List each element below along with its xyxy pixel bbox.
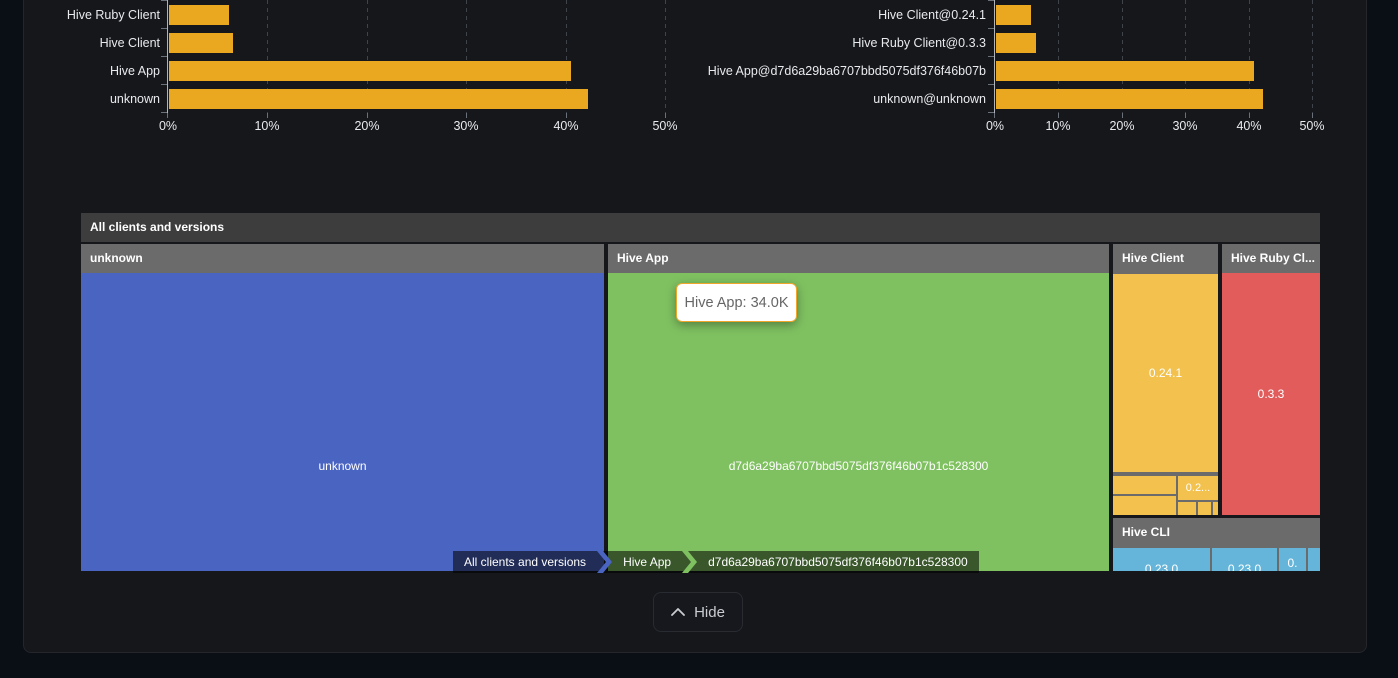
treemap-cell-label: 0.23.0 — [1145, 562, 1178, 571]
category-label: Hive Ruby Client — [20, 7, 160, 23]
x-tick-label: 10% — [237, 119, 297, 133]
bar-hive-client-0241[interactable] — [996, 5, 1031, 25]
x-tick-label: 50% — [1282, 119, 1342, 133]
treemap-cell-label: 0.24.1 — [1149, 366, 1182, 380]
axis-tick — [161, 0, 167, 1]
treemap-cell-unknown[interactable]: unknown — [81, 273, 604, 571]
category-label: Hive App — [20, 63, 160, 79]
category-label: unknown@unknown — [700, 91, 986, 107]
chevron-right-icon — [597, 551, 612, 573]
axis-tick — [1185, 113, 1186, 118]
hide-button-label: Hide — [694, 604, 725, 621]
x-tick-label: 50% — [635, 119, 695, 133]
treemap-cell-label: 0. — [1287, 556, 1297, 570]
dashboard-page: Hive Ruby Client Hive Client Hive App un… — [0, 0, 1398, 678]
bar-hive-app-hash[interactable] — [996, 61, 1254, 81]
treemap-cell-02x[interactable]: 0.2... — [1178, 476, 1218, 500]
treemap-cell-version[interactable] — [1113, 496, 1176, 515]
breadcrumb-item-root[interactable]: All clients and versions — [453, 551, 597, 573]
treemap-cell-label: unknown — [81, 459, 604, 473]
axis-tick — [367, 113, 368, 118]
treemap-cell-label: 0.23.0 — [1228, 562, 1261, 571]
bar-unknown-unknown[interactable] — [996, 89, 1263, 109]
chevron-up-icon — [671, 608, 685, 616]
axis-tick — [1058, 113, 1059, 118]
axis-tick — [167, 113, 168, 118]
bar-hive-ruby-033[interactable] — [996, 33, 1036, 53]
treemap-cell-0241[interactable]: 0.24.1 — [1113, 274, 1218, 472]
treemap-section-hive-cli[interactable]: Hive CLI 0.23.0 0.23.0 0. — [1113, 518, 1320, 571]
axis-tick — [988, 84, 994, 85]
treemap-section-header: Hive CLI — [1113, 518, 1320, 546]
category-label: Hive Ruby Client@0.3.3 — [700, 35, 986, 51]
treemap-cell-version[interactable] — [1308, 548, 1320, 571]
axis-tick — [1249, 113, 1250, 118]
x-tick-label: 30% — [436, 119, 496, 133]
bar-hive-client[interactable] — [169, 33, 233, 53]
axis-tick — [1122, 113, 1123, 118]
x-tick-label: 20% — [337, 119, 397, 133]
breadcrumb-item-hash[interactable]: d7d6a29ba6707bbd5075df376f46b07b1c528300 — [697, 551, 979, 573]
axis-tick — [988, 56, 994, 57]
axis-tick — [161, 56, 167, 57]
treemap-cell-033[interactable]: 0.3.3 — [1222, 273, 1320, 515]
axis-tick — [994, 113, 995, 118]
x-tick-label: 0% — [965, 119, 1025, 133]
treemap-section-header: Hive App — [608, 244, 1109, 273]
x-tick-label: 40% — [1219, 119, 1279, 133]
category-label: Hive App@d7d6a29ba6707bbd5075df376f46b07… — [700, 63, 986, 79]
treemap-cell-label: 0.2... — [1186, 482, 1210, 494]
gridline — [1312, 0, 1313, 113]
bar-hive-app[interactable] — [169, 61, 571, 81]
x-tick-label: 30% — [1155, 119, 1215, 133]
category-label: Hive Client@0.24.1 — [700, 7, 986, 23]
treemap-cell-label: 0.3.3 — [1258, 387, 1285, 401]
axis-tick — [988, 28, 994, 29]
x-tick-label: 0% — [138, 119, 198, 133]
treemap-section-unknown[interactable]: unknown unknown — [81, 244, 604, 571]
bar-unknown[interactable] — [169, 89, 588, 109]
axis-tick — [988, 0, 994, 1]
bar-hive-ruby-client[interactable] — [169, 5, 229, 25]
treemap-cell-version[interactable] — [1178, 502, 1196, 515]
tooltip-text: Hive App: 34.0K — [685, 295, 789, 311]
treemap-cell-version[interactable] — [1198, 502, 1211, 515]
category-label: unknown — [20, 91, 160, 107]
treemap-section-header: unknown — [81, 244, 604, 273]
y-axis-line — [994, 0, 995, 114]
treemap-cell-0230-a[interactable]: 0.23.0 — [1113, 548, 1210, 571]
gridline — [665, 0, 666, 113]
x-tick-label: 40% — [536, 119, 596, 133]
treemap-root-header[interactable]: All clients and versions — [81, 213, 1320, 242]
y-axis-line — [167, 0, 168, 114]
treemap-section-header: Hive Client — [1113, 244, 1218, 273]
axis-tick — [161, 28, 167, 29]
x-tick-label: 20% — [1092, 119, 1152, 133]
category-label: Hive Client — [20, 35, 160, 51]
treemap-cell-label: d7d6a29ba6707bbd5075df376f46b07b1c528300 — [608, 459, 1109, 473]
treemap-cell-version[interactable] — [1213, 502, 1218, 515]
axis-tick — [1312, 113, 1313, 118]
hide-button[interactable]: Hide — [653, 592, 743, 632]
treemap-cell-0230-b[interactable]: 0.23.0 — [1212, 548, 1277, 571]
treemap-section-hive-client[interactable]: Hive Client 0.24.1 0.2... — [1113, 244, 1218, 515]
axis-tick — [566, 113, 567, 118]
axis-tick — [267, 113, 268, 118]
treemap-breadcrumb: All clients and versions Hive App d7d6a2… — [453, 551, 979, 573]
treemap-cell-version[interactable] — [1113, 476, 1176, 494]
treemap-section-hive-ruby-client[interactable]: Hive Ruby Cl... 0.3.3 — [1222, 244, 1320, 515]
treemap-tooltip: Hive App: 34.0K — [676, 283, 797, 322]
x-tick-label: 10% — [1028, 119, 1088, 133]
treemap-section-header: Hive Ruby Cl... — [1222, 244, 1320, 273]
treemap-cell-0x[interactable]: 0. — [1279, 548, 1306, 571]
axis-tick — [665, 113, 666, 118]
chevron-right-icon — [682, 551, 697, 573]
treemap-clients-versions: All clients and versions unknown unknown… — [81, 213, 1320, 571]
axis-tick — [466, 113, 467, 118]
axis-tick — [161, 84, 167, 85]
breadcrumb-item-hive-app[interactable]: Hive App — [612, 551, 682, 573]
